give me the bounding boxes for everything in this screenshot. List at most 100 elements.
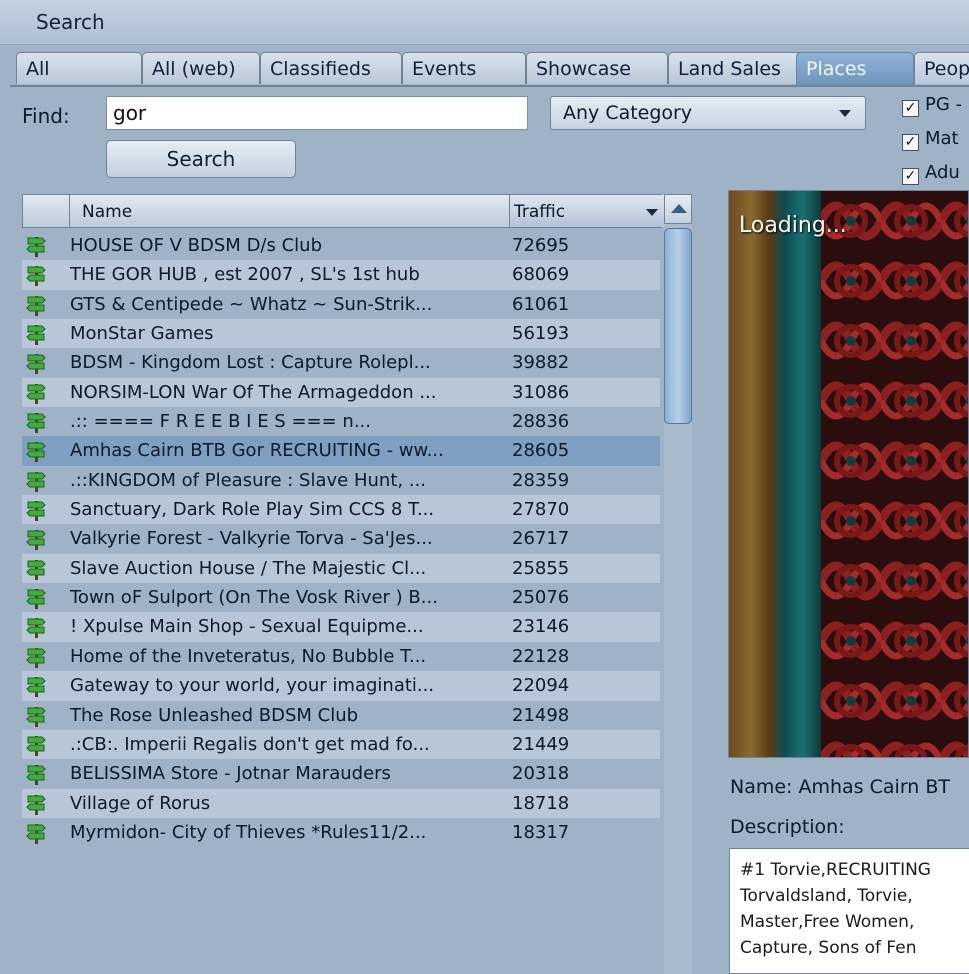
checkmark-icon: ✓ <box>902 100 919 117</box>
signpost-icon <box>26 382 46 404</box>
tab-showcase[interactable]: Showcase <box>526 52 668 84</box>
table-row[interactable]: THE GOR HUB , est 2007 , SL's 1st hub 680… <box>22 260 660 290</box>
table-row[interactable]: Myrmidon- City of Thieves *Rules11/2... 1… <box>22 818 660 847</box>
place-name-cell: Home of the Inveteratus, No Bubble T... <box>70 645 427 667</box>
chevron-down-icon <box>839 110 851 117</box>
signpost-icon <box>26 675 46 698</box>
place-snapshot-image: Loading... <box>728 190 969 758</box>
traffic-cell: 68069 <box>512 264 570 286</box>
table-row[interactable]: HOUSE OF V BDSM D/s Club 72695 <box>22 231 660 260</box>
table-row[interactable]: Slave Auction House / The Majestic Cl...… <box>22 553 660 584</box>
column-header-traffic-label: Traffic <box>514 202 566 222</box>
signpost-icon <box>26 734 46 756</box>
table-row[interactable]: .::KINGDOM of Pleasure : Slave Hunt, ...… <box>22 466 660 495</box>
table-row[interactable]: Sanctuary, Dark Role Play Sim CCS 8 T...… <box>22 495 660 525</box>
checkbox-label: Adu <box>925 162 960 183</box>
description-line: Capture, Sons of Fen <box>740 938 917 958</box>
signpost-icon <box>26 294 46 316</box>
list-header: Name Traffic <box>22 194 666 228</box>
category-value: Any Category <box>563 102 693 124</box>
table-row[interactable]: ! Xpulse Main Shop - Sexual Equipme... 23… <box>22 612 660 642</box>
signpost-icon <box>26 352 46 375</box>
signpost-icon <box>26 264 46 287</box>
table-row[interactable]: Gateway to your world, your imaginati...… <box>22 671 660 701</box>
traffic-cell: 21498 <box>512 704 570 726</box>
table-row[interactable]: .:: ==== F R E E B I E S === n... 28836 <box>22 407 660 436</box>
maturity-adult-checkbox[interactable]: ✓ Adu <box>902 162 960 185</box>
tab-bar: All All (web) Classifieds Events Showcas… <box>16 52 969 86</box>
signpost-icon <box>26 705 46 727</box>
loading-indicator: Loading... <box>739 213 847 238</box>
table-row[interactable]: .:CB:. Imperii Regalis don't get mad fo.… <box>22 729 660 760</box>
window-titlebar: Search <box>0 0 969 45</box>
traffic-cell: 56193 <box>512 323 570 345</box>
description-label: Description: <box>730 816 845 838</box>
signpost-icon <box>26 763 46 786</box>
tab-all-web[interactable]: All (web) <box>142 52 260 84</box>
traffic-cell: 25855 <box>512 557 570 579</box>
traffic-cell: 20318 <box>512 763 570 785</box>
tab-land-sales[interactable]: Land Sales <box>668 52 812 84</box>
place-name-cell: .:: ==== F R E E B I E S === n... <box>70 411 371 433</box>
description-line: Master,Free Women, <box>740 912 915 932</box>
table-row[interactable]: MonStar Games 56193 <box>22 319 660 349</box>
traffic-cell: 21449 <box>512 733 570 755</box>
signpost-icon <box>26 470 46 492</box>
celtic-knot-pattern <box>821 191 968 757</box>
window-title: Search <box>36 10 105 34</box>
place-name-cell: ! Xpulse Main Shop - Sexual Equipme... <box>70 616 424 638</box>
table-row[interactable]: Town oF Sulport (On The Vosk River ) B..… <box>22 583 660 612</box>
results-list: Name Traffic HOUSE OF V BDSM D/s Club 726… <box>22 194 694 974</box>
category-select[interactable]: Any Category <box>550 96 866 130</box>
traffic-cell: 28836 <box>512 411 570 433</box>
signpost-icon <box>26 528 46 551</box>
table-row[interactable]: Home of the Inveteratus, No Bubble T... 2… <box>22 642 660 671</box>
place-name-cell: The Rose Unleashed BDSM Club <box>70 704 359 726</box>
place-name-cell: GTS & Centipede ~ Whatz ~ Sun-Strik... <box>70 293 433 315</box>
place-name: Name: Amhas Cairn BT <box>730 776 951 798</box>
tab-divider <box>10 85 969 87</box>
checkmark-icon: ✓ <box>902 168 919 185</box>
tab-classifieds[interactable]: Classifieds <box>260 52 402 84</box>
table-row[interactable]: Amhas Cairn BTB Gor RECRUITING - ww... 28… <box>22 436 660 466</box>
scroll-up-button[interactable] <box>664 194 692 224</box>
search-button[interactable]: Search <box>106 140 296 178</box>
search-input[interactable] <box>106 96 528 130</box>
place-name-cell: Village of Rorus <box>70 792 211 814</box>
traffic-cell: 22128 <box>512 645 570 667</box>
traffic-cell: 72695 <box>512 235 570 256</box>
place-name-cell: Gateway to your world, your imaginati... <box>70 675 435 697</box>
table-row[interactable]: The Rose Unleashed BDSM Club 21498 <box>22 701 660 730</box>
place-name-cell: BELISSIMA Store - Jotnar Marauders <box>70 763 391 785</box>
tab-places[interactable]: Places <box>796 52 914 86</box>
table-row[interactable]: Valkyrie Forest - Valkyrie Torva - Sa'Je… <box>22 524 660 553</box>
place-name-cell: Myrmidon- City of Thieves *Rules11/2... <box>70 821 427 843</box>
signpost-icon <box>26 499 46 522</box>
maturity-mature-checkbox[interactable]: ✓ Mat <box>902 128 959 151</box>
table-row[interactable]: NORSIM-LON War Of The Armageddon ... 3108… <box>22 377 660 408</box>
traffic-cell: 28359 <box>512 469 570 491</box>
traffic-cell: 39882 <box>512 352 570 374</box>
tab-all[interactable]: All <box>16 52 142 84</box>
description-line: Torvaldsland, Torvie, <box>740 886 913 906</box>
column-header-name[interactable]: Name <box>69 195 522 227</box>
table-row[interactable]: BELISSIMA Store - Jotnar Marauders 20318 <box>22 759 660 788</box>
signpost-icon <box>26 323 46 346</box>
place-name-cell: Amhas Cairn BTB Gor RECRUITING - ww... <box>70 440 444 462</box>
signpost-icon <box>26 793 46 815</box>
signpost-icon <box>26 822 46 844</box>
traffic-cell: 61061 <box>512 293 570 315</box>
table-row[interactable]: Village of Rorus 18718 <box>22 788 660 818</box>
scrollbar-thumb[interactable] <box>664 228 692 424</box>
checkbox-label: PG - <box>925 94 963 115</box>
place-name-cell: Valkyrie Forest - Valkyrie Torva - Sa'Je… <box>70 528 433 550</box>
place-name-cell: Sanctuary, Dark Role Play Sim CCS 8 T... <box>70 499 435 521</box>
column-header-traffic[interactable]: Traffic <box>509 195 666 227</box>
table-row[interactable]: GTS & Centipede ~ Whatz ~ Sun-Strik... 61… <box>22 290 660 319</box>
maturity-pg-checkbox[interactable]: ✓ PG - <box>902 94 962 117</box>
description-box[interactable]: #1 Torvie,RECRUITING Torvaldsland, Torvi… <box>729 848 969 974</box>
tab-people[interactable]: Peop <box>914 52 969 84</box>
place-name-cell: .::KINGDOM of Pleasure : Slave Hunt, ... <box>70 469 426 491</box>
tab-events[interactable]: Events <box>402 52 526 84</box>
table-row[interactable]: BDSM - Kingdom Lost : Capture Rolepl... 3… <box>22 348 660 377</box>
